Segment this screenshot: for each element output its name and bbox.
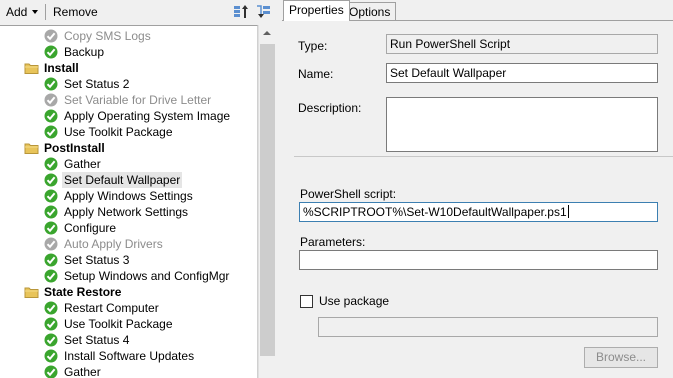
toolbar-separator [45,4,46,20]
scroll-up-arrow-icon[interactable] [259,25,276,42]
description-field[interactable] [386,97,658,152]
text-caret [567,205,569,218]
powershell-script-label: PowerShell script: [300,187,397,201]
tree-item-label: Gather [64,365,101,378]
toolbar: Add Remove [0,0,278,24]
name-field[interactable]: Set Default Wallpaper [386,63,658,83]
tree-item-label: State Restore [44,285,122,299]
check-icon [44,45,58,59]
check-icon [44,317,58,331]
tab-options[interactable]: Options [343,2,397,22]
tree-item-label: Set Status 4 [64,333,130,347]
disabled-step-icon [44,237,58,251]
package-field [318,317,658,337]
check-icon [44,221,58,235]
move-down-icon[interactable] [254,3,272,21]
powershell-script-field[interactable]: %SCRIPTROOT%\Set-W10DefaultWallpaper.ps1 [299,202,658,222]
tree-item-label: Apply Windows Settings [64,189,193,203]
tree-item-label: Gather [64,157,101,171]
description-label: Description: [298,101,362,115]
check-icon [44,365,58,378]
type-field: Run PowerShell Script [386,34,658,54]
parameters-label: Parameters: [300,235,366,249]
add-dropdown-arrow-icon[interactable] [32,10,38,14]
remove-button[interactable]: Remove [53,5,98,19]
tree-item-label: Install Software Updates [64,349,195,363]
section-divider [294,156,673,157]
check-icon [44,333,58,347]
name-label: Name: [298,67,334,81]
check-icon [44,109,58,123]
check-icon [44,205,58,219]
check-icon [44,77,58,91]
check-icon [44,125,58,139]
check-icon [44,173,58,187]
tree-item-label: Install [44,61,79,75]
task-sequence-pane: Add Remove Copy SMS Logs Backup Install Set… [0,0,278,378]
use-package-checkbox[interactable] [300,295,313,308]
check-icon [44,253,58,267]
tree-item-label: Backup [64,45,105,59]
disabled-step-icon [44,29,58,43]
scrollbar-thumb[interactable] [260,44,275,356]
add-button[interactable]: Add [6,5,27,19]
use-package-label[interactable]: Use package [319,294,389,308]
tree-item-label: Use Toolkit Package [64,317,173,331]
tab-properties[interactable]: Properties [283,0,350,21]
check-icon [44,269,58,283]
tree-item-label: Set Variable for Drive Letter [64,93,212,107]
check-icon [44,157,58,171]
tree-item-label: Auto Apply Drivers [64,237,163,251]
check-icon [44,349,58,363]
tree-item-label: Use Toolkit Package [64,125,173,139]
tree-item-label: Copy SMS Logs [64,29,151,43]
powershell-script-value: %SCRIPTROOT%\Set-W10DefaultWallpaper.ps1 [303,205,567,219]
parameters-field[interactable] [299,250,658,270]
tree-item-label: Set Status 3 [64,253,130,267]
tree-item-label: Setup Windows and ConfigMgr [64,269,230,283]
browse-button[interactable]: Browse... [584,347,658,368]
check-icon [44,189,58,203]
folder-icon [24,141,39,155]
properties-pane: Properties Options Type: Run PowerShell … [282,0,673,378]
folder-icon [24,285,39,299]
tree-scrollbar[interactable] [258,25,275,378]
tree-item-label: Apply Operating System Image [64,109,231,123]
tree-item-label: PostInstall [44,141,105,155]
properties-panel: Type: Run PowerShell Script Name: Set De… [282,20,673,378]
task-sequence-tree: Copy SMS Logs Backup Install Set Status 2 Se… [0,25,258,378]
tree-item-label: Restart Computer [64,301,159,315]
tree-item-label: Configure [64,221,117,235]
move-up-icon[interactable] [232,3,250,21]
type-label: Type: [298,39,328,53]
check-icon [44,301,58,315]
tree-item-label: Set Status 2 [64,77,130,91]
folder-icon [24,61,39,75]
tree-item-label: Set Default Wallpaper [62,172,183,188]
disabled-step-icon [44,93,58,107]
tree-item-label: Apply Network Settings [64,205,189,219]
